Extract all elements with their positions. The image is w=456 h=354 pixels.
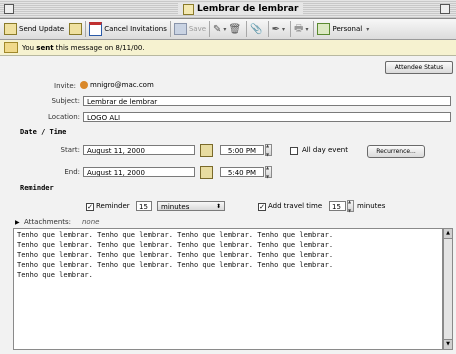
end-time-field[interactable]: 5:40 PM <box>220 167 264 177</box>
format-dropdown-icon: ▾ <box>281 25 285 33</box>
printer-icon: 🖶 <box>294 22 304 34</box>
popup-arrows-icon: ⬍ <box>215 203 221 210</box>
reminder-header: Reminder <box>20 184 54 192</box>
invite-value: mnigro@mac.com <box>90 81 154 89</box>
date-time-header: Date / Time <box>20 128 67 136</box>
travel-time-checkbox[interactable]: ✓ <box>258 203 266 211</box>
link-button[interactable]: ✎ ▾ 🗑 <box>210 21 248 37</box>
send-update-button[interactable]: Send Update <box>0 21 87 37</box>
cancel-invitations-label: Cancel Invitations <box>104 25 167 33</box>
end-label: End: <box>64 168 80 176</box>
all-day-checkbox[interactable] <box>290 147 298 155</box>
send-update-label: Send Update <box>19 25 65 33</box>
toolbar: Send Update Cancel Invitations Save ✎ ▾ … <box>0 19 456 40</box>
send-envelope-icon <box>4 23 17 35</box>
travel-time-unit: minutes <box>357 202 386 210</box>
zoom-box-icon[interactable] <box>440 4 450 14</box>
start-label: Start: <box>60 146 80 154</box>
event-window: Lembrar de lembrar Send Update Cancel In… <box>0 0 456 354</box>
all-day-label: All day event <box>302 146 348 154</box>
end-time-stepper[interactable] <box>265 165 272 179</box>
message-body[interactable]: Tenho que lembrar. Tenho que lembrar. Te… <box>13 228 443 350</box>
invite-label: Invite: <box>54 82 76 90</box>
print-button[interactable]: 🖶 ▾ <box>291 21 315 37</box>
reminder-label: Reminder <box>96 202 130 210</box>
info-bar: You sent this message on 8/11/00. <box>0 40 456 56</box>
attach-button[interactable]: 📎 <box>247 21 269 37</box>
category-icon <box>317 23 331 35</box>
save-label: Save <box>188 25 207 33</box>
category-label: Personal <box>332 25 363 33</box>
attachments-value: none <box>82 218 100 226</box>
travel-time-field[interactable]: 15 <box>329 201 346 211</box>
travel-time-stepper[interactable] <box>347 199 354 213</box>
category-button[interactable]: Personal ▾ <box>314 21 374 37</box>
attachments-label: Attachments: <box>24 218 72 226</box>
start-calendar-icon[interactable] <box>200 144 213 157</box>
location-label: Location: <box>48 113 80 121</box>
reminder-amount-field[interactable]: 15 <box>136 201 152 211</box>
attachments-disclosure-icon[interactable]: ▶ <box>15 219 20 226</box>
category-dropdown-icon: ▾ <box>366 25 370 33</box>
dropdown-arrow-icon: ▾ <box>223 25 227 33</box>
title-bar[interactable]: Lembrar de lembrar <box>0 0 456 19</box>
start-time-field[interactable]: 5:00 PM <box>220 145 264 155</box>
calendar-icon <box>89 22 103 36</box>
window-title-text: Lembrar de lembrar <box>197 4 299 14</box>
invite-recipient[interactable]: mnigro@mac.com <box>80 81 154 89</box>
event-document-icon <box>183 3 194 15</box>
location-field[interactable]: LOGO ALI <box>83 112 451 122</box>
subject-label: Subject: <box>51 97 80 105</box>
start-time-stepper[interactable] <box>265 143 272 157</box>
attendee-status-button[interactable]: Attendee Status <box>385 61 453 74</box>
reminder-unit-value: minutes <box>161 203 190 211</box>
paperclip-icon: 📎 <box>250 23 263 35</box>
trash-icon[interactable]: 🗑 <box>228 24 241 35</box>
format-button[interactable]: ✒ ▾ <box>269 21 291 37</box>
subject-field[interactable]: Lembrar de lembrar <box>83 96 451 106</box>
reminder-unit-popup[interactable]: minutes ⬍ <box>157 201 225 211</box>
pen-icon: ✒ <box>271 23 280 35</box>
close-box-icon[interactable] <box>4 4 14 14</box>
travel-time-label: Add travel time <box>268 202 323 210</box>
end-date-field[interactable]: August 11, 2000 <box>83 167 195 177</box>
info-text: You sent this message on 8/11/00. <box>22 44 145 52</box>
info-prefix: You <box>22 43 37 52</box>
body-scrollbar[interactable]: ▲ ▼ <box>443 228 453 350</box>
send-options-icon[interactable] <box>69 23 83 35</box>
scroll-up-icon[interactable]: ▲ <box>444 229 452 239</box>
person-avatar-icon <box>80 81 88 89</box>
scroll-down-icon[interactable]: ▼ <box>444 339 452 349</box>
sent-message-icon <box>4 42 18 53</box>
reminder-checkbox[interactable]: ✓ <box>86 203 94 211</box>
start-date-field[interactable]: August 11, 2000 <box>83 145 195 155</box>
save-button[interactable]: Save <box>171 21 211 37</box>
window-title: Lembrar de lembrar <box>178 3 304 15</box>
cancel-invitations-button[interactable]: Cancel Invitations <box>86 21 171 37</box>
info-bold: sent <box>36 43 54 52</box>
end-calendar-icon[interactable] <box>200 166 213 179</box>
info-suffix: this message on 8/11/00. <box>53 43 145 52</box>
print-dropdown-icon: ▾ <box>305 25 309 33</box>
recurrence-button[interactable]: Recurrence... <box>367 145 425 158</box>
save-disk-icon <box>173 23 187 35</box>
link-icon: ✎ <box>213 23 222 35</box>
